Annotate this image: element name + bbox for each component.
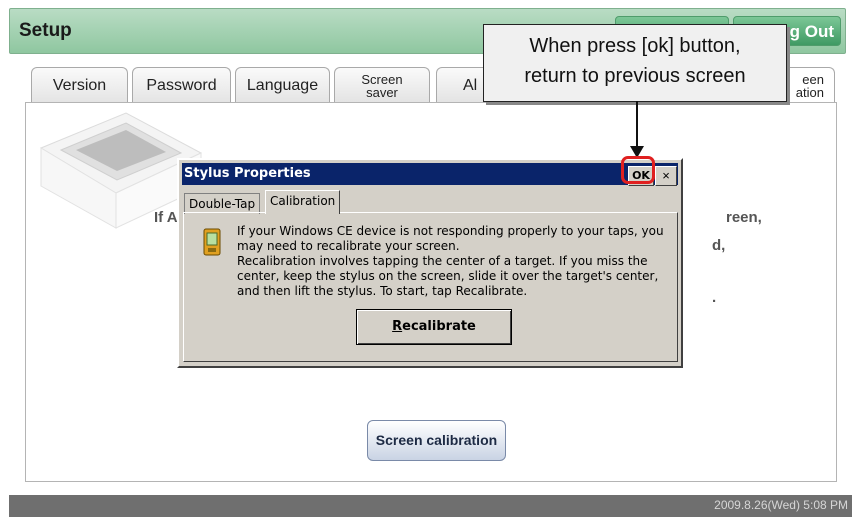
- pda-device-icon: [203, 228, 221, 256]
- tab-label-line: saver: [366, 85, 398, 100]
- callout-arrow: [636, 101, 638, 149]
- tab-password[interactable]: Password: [132, 67, 231, 104]
- screen-calibration-button[interactable]: Screen calibration: [367, 420, 506, 461]
- status-datetime: 2009.8.26(Wed) 5:08 PM: [714, 498, 848, 512]
- setup-screen: Setup g Out Version Password Language Sc…: [0, 0, 855, 517]
- page-title: Setup: [19, 20, 72, 41]
- dialog-title: Stylus Properties: [184, 166, 311, 181]
- close-button[interactable]: ×: [655, 166, 677, 186]
- callout-text: return to previous screen: [524, 65, 746, 87]
- panel-text: .: [712, 289, 717, 306]
- ok-highlight-ring: [621, 156, 655, 184]
- tab-screen-saver[interactable]: Screen saver: [334, 67, 430, 103]
- dialog-titlebar: Stylus Properties OK ×: [182, 163, 678, 186]
- tab-language[interactable]: Language: [235, 67, 330, 104]
- panel-text: reen,: [726, 209, 762, 226]
- dialog-paragraph: If your Windows CE device is not respond…: [237, 224, 664, 253]
- panel-text: d,: [712, 237, 726, 254]
- stylus-properties-dialog: Stylus Properties OK × Double-Tap Calibr…: [177, 158, 683, 368]
- tab-version[interactable]: Version: [31, 67, 128, 104]
- recalibrate-button[interactable]: Recalibrate: [356, 309, 512, 345]
- tab-calibration[interactable]: Calibration: [265, 190, 341, 214]
- tab-double-tap[interactable]: Double-Tap: [184, 193, 261, 214]
- calibration-tab-page: If your Windows CE device is not respond…: [183, 212, 678, 362]
- annotation-callout: When press [ok] button, return to previo…: [483, 24, 787, 102]
- callout-text: When press [ok] button,: [529, 35, 741, 57]
- panel-text: If A: [154, 209, 178, 226]
- status-bar: 2009.8.26(Wed) 5:08 PM: [9, 495, 852, 517]
- dialog-message: If your Windows CE device is not respond…: [237, 224, 667, 299]
- recalibrate-label: ecalibrate: [402, 319, 476, 334]
- dialog-paragraph: Recalibration involves tapping the cente…: [237, 254, 659, 298]
- recalibrate-accelerator: R: [392, 319, 403, 334]
